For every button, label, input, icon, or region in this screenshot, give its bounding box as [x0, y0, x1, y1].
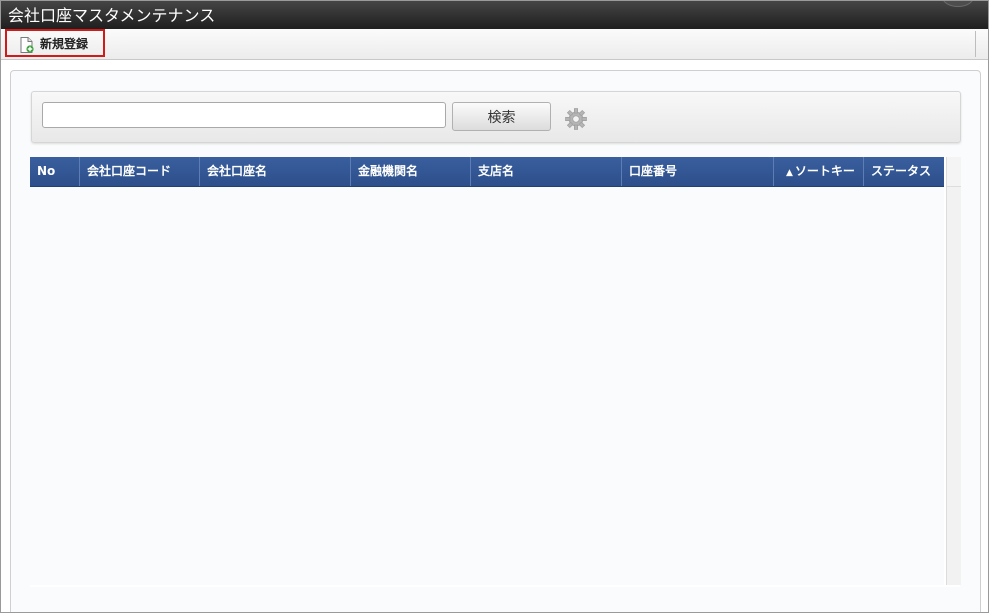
new-registration-button[interactable]: 新規登録	[5, 29, 105, 57]
column-header-account-name[interactable]: 会社口座名	[200, 157, 351, 186]
new-document-icon	[20, 37, 34, 53]
search-button[interactable]: 検索	[452, 102, 551, 131]
gear-icon[interactable]	[564, 107, 588, 131]
column-header-account-code[interactable]: 会社口座コード	[80, 157, 200, 186]
app-window: 会社口座マスタメンテナンス 新規登録 検索 No 会社口座コード 会社口座名 金…	[0, 0, 989, 613]
vertical-scrollbar[interactable]	[946, 157, 961, 585]
column-label: ソートキー	[794, 164, 855, 178]
search-bar: 検索	[31, 91, 961, 143]
column-label: ステータス	[871, 164, 932, 178]
page-title: 会社口座マスタメンテナンス	[8, 6, 216, 25]
title-bar: 会社口座マスタメンテナンス	[1, 1, 988, 29]
sort-ascending-icon: ▲	[786, 168, 793, 178]
column-label: 金融機関名	[358, 164, 419, 178]
toolbar: 新規登録	[1, 29, 988, 60]
toolbar-divider	[975, 31, 976, 57]
column-label: 会社口座コード	[87, 164, 172, 178]
column-header-status[interactable]: ステータス	[864, 157, 944, 186]
grid-body	[30, 187, 944, 585]
column-header-sort-key[interactable]: ▲ ソートキー	[774, 157, 864, 186]
new-registration-label: 新規登録	[40, 37, 89, 51]
column-label: No	[37, 164, 56, 178]
column-label: 支店名	[478, 164, 515, 178]
column-header-branch-name[interactable]: 支店名	[471, 157, 622, 186]
window-control-circle	[942, 1, 974, 7]
search-input[interactable]	[42, 102, 446, 128]
grid-header: No 会社口座コード 会社口座名 金融機関名 支店名 口座番号 ▲ ソートキー …	[30, 157, 944, 187]
data-grid: No 会社口座コード 会社口座名 金融機関名 支店名 口座番号 ▲ ソートキー …	[30, 157, 961, 587]
column-label: 口座番号	[629, 164, 678, 178]
column-header-no[interactable]: No	[30, 157, 80, 186]
scrollbar-header-cap	[947, 157, 961, 187]
column-label: 会社口座名	[207, 164, 268, 178]
content-panel: 検索 No 会社口座コード 会社口座名 金融機関名 支店名 口座番号 ▲ ソート…	[10, 70, 981, 612]
column-header-bank-name[interactable]: 金融機関名	[351, 157, 471, 186]
column-header-account-number[interactable]: 口座番号	[622, 157, 774, 186]
